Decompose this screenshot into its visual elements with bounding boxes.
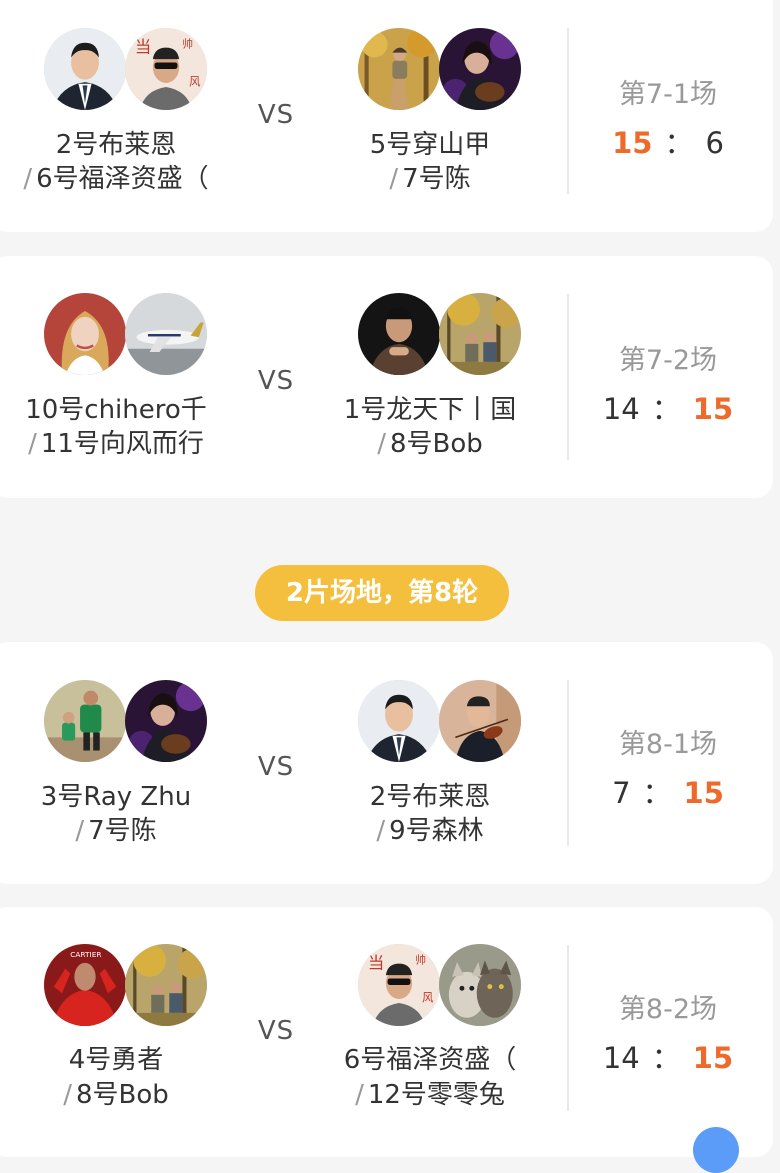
player-name: 10号chihero千	[25, 395, 207, 425]
match-round: 第8-1场	[618, 729, 718, 760]
avatar[interactable]	[358, 293, 440, 375]
match-round: 第8-2场	[618, 994, 718, 1025]
match-round: 第7-2场	[618, 345, 718, 376]
slash-separator: /	[23, 164, 33, 194]
score: 15： 6	[612, 126, 724, 160]
vs-label: VS	[257, 752, 295, 782]
avatar[interactable]	[44, 680, 126, 762]
floating-action-button[interactable]	[693, 1127, 739, 1173]
player-name: /12号零零兔	[355, 1080, 505, 1110]
slash-separator: /	[389, 164, 399, 194]
avatar[interactable]	[439, 944, 521, 1026]
player-name: 5号穿山甲	[369, 130, 491, 160]
avatar[interactable]	[44, 28, 126, 110]
player-name: 2号布莱恩	[369, 782, 491, 812]
match-card[interactable]: 2号布莱恩 /6号福泽资盛（ VS 5号穿山甲 /7号陈 第7-1场 15： 6	[0, 0, 773, 232]
match-card[interactable]: 10号chihero千 /11号向风而行 VS 1号龙天下丨国 /8号Bob 第…	[0, 256, 773, 498]
slash-separator: /	[376, 816, 386, 846]
round-header-badge: 2片场地，第8轮	[255, 565, 509, 621]
match-card[interactable]: 4号勇者 /8号Bob VS 6号福泽资盛（ /12号零零兔 第8-2场 14：…	[0, 907, 773, 1157]
avatar[interactable]	[439, 28, 521, 110]
avatar[interactable]	[125, 944, 207, 1026]
slash-separator: /	[355, 1080, 364, 1110]
player-name: /8号Bob	[377, 429, 483, 459]
avatar[interactable]	[125, 28, 207, 110]
player-name: 1号龙天下丨国	[343, 395, 517, 425]
score: 14： 15	[602, 1041, 734, 1075]
player-name: /8号Bob	[63, 1080, 169, 1110]
score-a: 14	[602, 392, 640, 426]
player-name: 4号勇者	[68, 1045, 164, 1075]
slash-separator: /	[28, 429, 37, 459]
avatar[interactable]	[125, 680, 207, 762]
avatar[interactable]	[125, 293, 207, 375]
player-name: /7号陈	[389, 164, 471, 194]
avatar[interactable]	[358, 944, 440, 1026]
avatar[interactable]	[358, 680, 440, 762]
match-round: 第7-1场	[618, 79, 718, 110]
vs-label: VS	[257, 366, 295, 396]
player-name: 6号福泽资盛（	[343, 1045, 517, 1075]
divider	[567, 680, 569, 846]
slash-separator: /	[75, 816, 85, 846]
player-name: /6号福泽资盛（	[23, 164, 209, 194]
avatar[interactable]	[358, 28, 440, 110]
score-a: 14	[602, 1041, 640, 1075]
slash-separator: /	[377, 429, 386, 459]
player-name: 3号Ray Zhu	[40, 782, 192, 812]
match-card[interactable]: 3号Ray Zhu /7号陈 VS 2号布莱恩 /9号森林 第8-1场 7： 15	[0, 642, 773, 884]
divider	[567, 294, 569, 460]
score-a: 15	[612, 126, 653, 160]
vs-label: VS	[257, 1016, 295, 1046]
score-a: 7	[612, 776, 631, 810]
player-name: /7号陈	[75, 816, 157, 846]
slash-separator: /	[63, 1080, 72, 1110]
player-name: /11号向风而行	[28, 429, 204, 459]
avatar[interactable]	[439, 293, 521, 375]
score: 14： 15	[602, 392, 734, 426]
score-b: 15	[692, 1041, 734, 1075]
avatar[interactable]	[44, 944, 126, 1026]
avatar[interactable]	[439, 680, 521, 762]
score-b: 6	[705, 126, 724, 160]
score-b: 15	[692, 392, 734, 426]
avatar[interactable]	[44, 293, 126, 375]
score-b: 15	[683, 776, 724, 810]
score: 7： 15	[612, 776, 724, 810]
divider	[567, 945, 569, 1111]
vs-label: VS	[257, 100, 295, 130]
divider	[567, 28, 569, 194]
player-name: 2号布莱恩	[55, 130, 177, 160]
player-name: /9号森林	[376, 816, 484, 846]
